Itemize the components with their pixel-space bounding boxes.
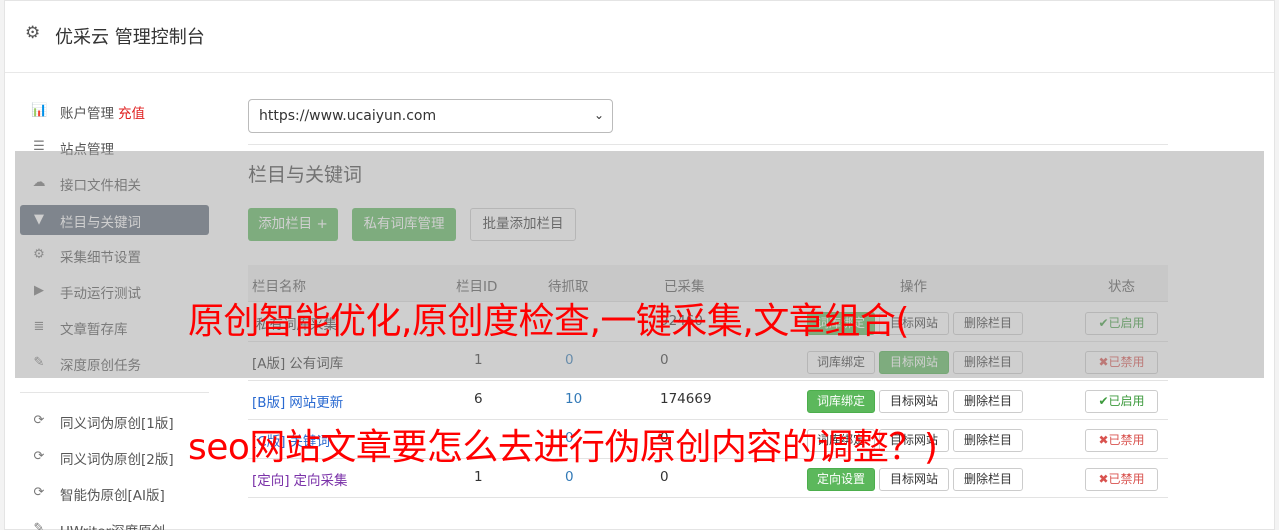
delete-column-button[interactable]: 删除栏目 (953, 390, 1023, 413)
refresh-icon: ⟳ (33, 449, 45, 464)
status-toggle[interactable]: ✖已禁用 (1085, 429, 1158, 452)
refresh-icon: ⟳ (33, 485, 45, 500)
gear-icon: ⚙ (25, 23, 41, 43)
status-toggle[interactable]: ✖已禁用 (1085, 468, 1158, 491)
sidebar-item-0[interactable]: 📊 账户管理 充值 (20, 96, 209, 126)
delete-column-button[interactable]: 删除栏目 (953, 468, 1023, 491)
recharge-link[interactable]: 充值 (118, 106, 145, 122)
page-title: 优采云 管理控制台 (55, 27, 205, 48)
sidebar-label-text: 同义词伪原创[1版] (60, 416, 174, 432)
column-name[interactable]: [定向] 定向采集 (252, 469, 348, 489)
column-name[interactable]: [B版] 网站更新 (252, 391, 343, 411)
site-select-value: https://www.ucaiyun.com (259, 108, 437, 124)
cell-collected: 174669 (660, 391, 712, 407)
overlay-caption-line1: 原创智能优化,原创度检查,一键采集,文章组合( (188, 301, 909, 342)
divider (248, 144, 1168, 145)
sidebar-item-label: 智能伪原创[AI版] (60, 484, 165, 504)
sidebar-label-text: 智能伪原创[AI版] (60, 488, 165, 504)
sidebar-label-text: UWriter深度原创 (60, 524, 165, 530)
column-name-text: 定向采集 (293, 473, 348, 489)
target-site-button[interactable]: 目标网站 (879, 468, 949, 491)
bind-button[interactable]: 定向设置 (807, 468, 875, 491)
sidebar-item-label: 账户管理 充值 (60, 102, 145, 122)
target-site-button[interactable]: 目标网站 (879, 390, 949, 413)
cell-collected: 0 (660, 469, 669, 485)
status-toggle[interactable]: ✔已启用 (1085, 390, 1158, 413)
site-select[interactable]: https://www.ucaiyun.com ⌄ (248, 99, 613, 133)
sidebar-item-8[interactable]: ⟳ 同义词伪原创[1版] (20, 406, 209, 436)
sidebar-item-11[interactable]: ✎ UWriter深度原创 (20, 514, 209, 530)
bar-chart-icon: 📊 (31, 103, 48, 118)
delete-column-button[interactable]: 删除栏目 (953, 429, 1023, 452)
sidebar-item-10[interactable]: ⟳ 智能伪原创[AI版] (20, 478, 209, 508)
cell-id: 6 (474, 391, 483, 407)
page-header: ⚙ 优采云 管理控制台 (5, 1, 1274, 73)
sidebar-item-label: UWriter深度原创 (60, 520, 165, 530)
refresh-icon: ⟳ (33, 413, 45, 428)
edit-icon: ✎ (33, 521, 45, 530)
cell-pending: 0 (565, 469, 574, 485)
column-name-text: 网站更新 (289, 395, 344, 411)
column-tag: [定向] (252, 473, 290, 489)
bind-button[interactable]: 词库绑定 (807, 390, 875, 413)
sidebar-label-text: 账户管理 (60, 106, 114, 122)
chevron-down-icon: ⌄ (593, 108, 604, 122)
sidebar-divider (20, 392, 209, 393)
sidebar-label-text: 同义词伪原创[2版] (60, 452, 174, 468)
column-tag: [B版] (252, 395, 286, 411)
sidebar-item-label: 同义词伪原创[2版] (60, 448, 174, 468)
sidebar-item-9[interactable]: ⟳ 同义词伪原创[2版] (20, 442, 209, 472)
cell-pending: 10 (565, 391, 583, 407)
overlay-caption-line2: seo网站文章要怎么去进行伪原创内容的调整？) (188, 427, 938, 468)
table-row: [B版] 网站更新 6 10 174669 词库绑定 目标网站 删除栏目 ✔已启用 (248, 381, 1168, 420)
sidebar-item-label: 同义词伪原创[1版] (60, 412, 174, 432)
cell-id: 1 (474, 469, 483, 485)
